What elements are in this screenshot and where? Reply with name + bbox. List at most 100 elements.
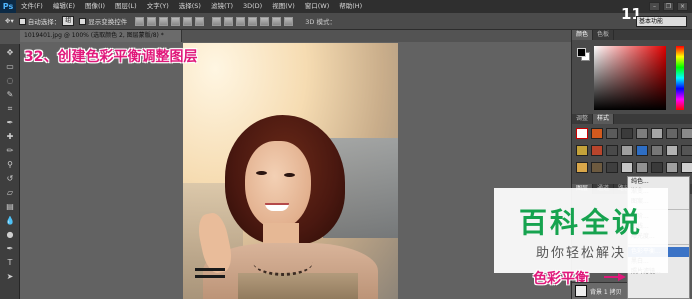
style-swatch[interactable] [606,128,618,139]
style-swatch[interactable] [651,145,663,156]
style-swatch[interactable] [591,162,603,173]
workspace-switcher[interactable]: 基本功能 [636,16,687,27]
style-swatch[interactable] [606,145,618,156]
style-swatch[interactable] [576,145,588,156]
align-bottom-icon[interactable] [159,16,169,26]
dodge-tool-icon[interactable]: ● [5,230,15,240]
style-swatch[interactable] [666,162,678,173]
options-bar: ✥▾ 自动选择： 组 显示变换控件 3D 模式： [0,13,692,30]
document-tab[interactable]: 1019401.jpg @ 100% (选取颜色 2, 图层蒙版/8) * [20,30,182,42]
style-swatch[interactable] [636,128,648,139]
gradient-tool-icon[interactable]: ▤ [5,202,15,212]
eraser-tool-icon[interactable]: ▱ [5,188,15,198]
auto-select-option[interactable]: 自动选择： 组 [18,16,75,26]
distribute-bottom-icon[interactable] [236,16,246,26]
style-swatch[interactable] [606,162,618,173]
style-swatch[interactable] [621,145,633,156]
auto-select-dropdown[interactable]: 组 [62,16,75,26]
pen-tool-icon[interactable]: ✒ [5,244,15,254]
hue-slider[interactable] [676,46,684,110]
show-transform-option[interactable]: 显示变换控件 [79,16,127,26]
distribute-vcenter-icon[interactable] [224,16,234,26]
style-swatch[interactable] [666,145,678,156]
align-buttons [135,16,205,26]
style-swatch[interactable] [576,162,588,173]
minimize-button[interactable]: – [649,2,660,11]
quick-select-tool-icon[interactable]: ✎ [5,90,15,100]
style-swatch[interactable] [591,145,603,156]
style-swatch[interactable] [681,145,692,156]
clone-stamp-tool-icon[interactable]: ⚲ [5,160,15,170]
watermark-overlay: 百科全说 助你轻松解决 [494,188,668,273]
show-transform-checkbox[interactable] [79,17,87,25]
menu-window[interactable]: 窗口(W) [300,0,335,13]
menu-select[interactable]: 选择(S) [174,0,206,13]
style-none[interactable] [576,128,588,139]
lasso-tool-icon[interactable]: ◌ [5,76,15,86]
distribute-left-icon[interactable] [248,16,258,26]
move-tool-icon[interactable]: ✥ [5,48,15,58]
history-brush-tool-icon[interactable]: ↺ [5,174,15,184]
path-select-tool-icon[interactable]: ➤ [5,272,15,282]
style-swatch[interactable] [621,128,633,139]
auto-select-label: 自动选择： [27,18,61,26]
blur-tool-icon[interactable]: 💧 [5,216,15,226]
menu-type[interactable]: 文字(Y) [142,0,174,13]
layer-row[interactable]: 背景 1 拷贝 [572,282,627,299]
foreground-color-swatch[interactable] [577,48,586,57]
tab-swatches[interactable]: 色板 [593,30,615,40]
marquee-tool-icon[interactable]: ▭ [5,62,15,72]
photoshop-logo: Ps [0,0,16,13]
menu-view[interactable]: 视图(V) [267,0,300,13]
align-left-icon[interactable] [171,16,181,26]
style-swatch[interactable] [651,128,663,139]
style-swatch[interactable] [681,128,692,139]
photo-left-eye [256,171,267,175]
align-top-icon[interactable] [135,16,145,26]
distribute-hcenter-icon[interactable] [260,16,270,26]
photo-necklace [253,248,313,276]
style-swatch[interactable] [621,162,633,173]
tools-panel: ✥ ▭ ◌ ✎ ⌗ ✒ ✚ ✏ ⚲ ↺ ▱ ▤ 💧 ● ✒ T ➤ [0,44,20,299]
brush-tool-icon[interactable]: ✏ [5,146,15,156]
tab-styles[interactable]: 样式 [593,114,615,124]
menu-image[interactable]: 图像(I) [80,0,110,13]
auto-select-checkbox[interactable] [18,17,26,25]
align-vcenter-icon[interactable] [147,16,157,26]
type-tool-icon[interactable]: T [5,258,15,268]
styles-grid [572,124,692,180]
tab-color[interactable]: 颜色 [572,30,594,40]
watermark-subtitle: 助你轻松解决 [535,246,626,261]
distribute-top-icon[interactable] [212,16,222,26]
document-photo[interactable] [183,43,398,299]
style-swatch[interactable] [636,162,648,173]
menu-help[interactable]: 帮助(H) [334,0,367,13]
menu-filter[interactable]: 滤镜(T) [206,0,238,13]
style-swatch[interactable] [666,128,678,139]
arrow-right-icon [604,273,626,281]
style-swatch[interactable] [636,145,648,156]
step-title: 32、创建色彩平衡调整图层 [24,49,198,65]
close-button[interactable]: × [677,2,688,11]
menu-edit[interactable]: 编辑(E) [48,0,80,13]
auto-align-icon[interactable] [284,16,294,26]
color-panel-tabs: 颜色 色板 [572,30,692,40]
color-picker-field[interactable] [594,46,666,110]
align-hcenter-icon[interactable] [183,16,193,26]
menu-file[interactable]: 文件(F) [16,0,48,13]
distribute-right-icon[interactable] [272,16,282,26]
menu-item-solid-color[interactable]: 纯色... [628,177,689,187]
move-tool-preset[interactable]: ✥▾ [5,17,14,25]
align-right-icon[interactable] [195,16,205,26]
crop-tool-icon[interactable]: ⌗ [5,104,15,114]
watermark-title: 百科全说 [518,206,643,239]
style-swatch[interactable] [681,162,692,173]
menu-3d[interactable]: 3D(D) [238,0,267,13]
style-swatch[interactable] [651,162,663,173]
style-swatch[interactable] [591,128,603,139]
menu-layer[interactable]: 图层(L) [110,0,142,13]
eyedropper-tool-icon[interactable]: ✒ [5,118,15,128]
restore-button[interactable]: ❐ [663,2,674,11]
tab-adjustments[interactable]: 调整 [572,114,594,124]
healing-tool-icon[interactable]: ✚ [5,132,15,142]
